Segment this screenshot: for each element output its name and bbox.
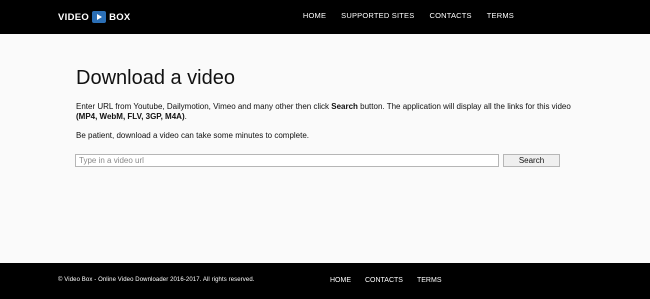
desc-intro: Enter URL from Youtube, Dailymotion, Vim… <box>76 102 332 111</box>
play-icon <box>92 11 107 23</box>
desc-formats-bold: (MP4, WebM, FLV, 3GP, M4A) <box>76 112 185 121</box>
logo-text-left: VIDEO <box>58 11 90 23</box>
footer-nav: HOME CONTACTS TERMS <box>330 277 455 284</box>
footer-nav-contacts[interactable]: CONTACTS <box>365 277 403 284</box>
patience-note: Be patient, download a video can take so… <box>76 131 310 140</box>
instructions-text: Enter URL from Youtube, Dailymotion, Vim… <box>76 102 586 122</box>
video-url-input[interactable] <box>75 154 499 167</box>
nav-supported-sites[interactable]: SUPPORTED SITES <box>341 11 414 20</box>
search-button[interactable]: Search <box>503 154 560 167</box>
site-logo[interactable]: VIDEO BOX <box>58 10 131 24</box>
nav-terms[interactable]: TERMS <box>487 11 514 20</box>
main-nav: HOME SUPPORTED SITES CONTACTS TERMS <box>303 11 514 20</box>
desc-mid: button. The application will display all… <box>357 102 571 111</box>
nav-home[interactable]: HOME <box>303 11 326 20</box>
nav-contacts[interactable]: CONTACTS <box>429 11 471 20</box>
footer-nav-home[interactable]: HOME <box>330 277 351 284</box>
desc-search-bold: Search <box>331 102 358 111</box>
footer: © Video Box - Online Video Downloader 20… <box>0 263 650 299</box>
footer-nav-terms[interactable]: TERMS <box>417 277 442 284</box>
copyright-text: © Video Box - Online Video Downloader 20… <box>58 277 255 283</box>
top-navbar: VIDEO BOX HOME SUPPORTED SITES CONTACTS … <box>0 0 650 34</box>
logo-text-right: BOX <box>109 11 131 23</box>
desc-end: . <box>184 112 187 121</box>
search-form: Search <box>75 154 560 167</box>
page-title: Download a video <box>76 67 235 89</box>
main-content: Download a video Enter URL from Youtube,… <box>76 66 586 141</box>
